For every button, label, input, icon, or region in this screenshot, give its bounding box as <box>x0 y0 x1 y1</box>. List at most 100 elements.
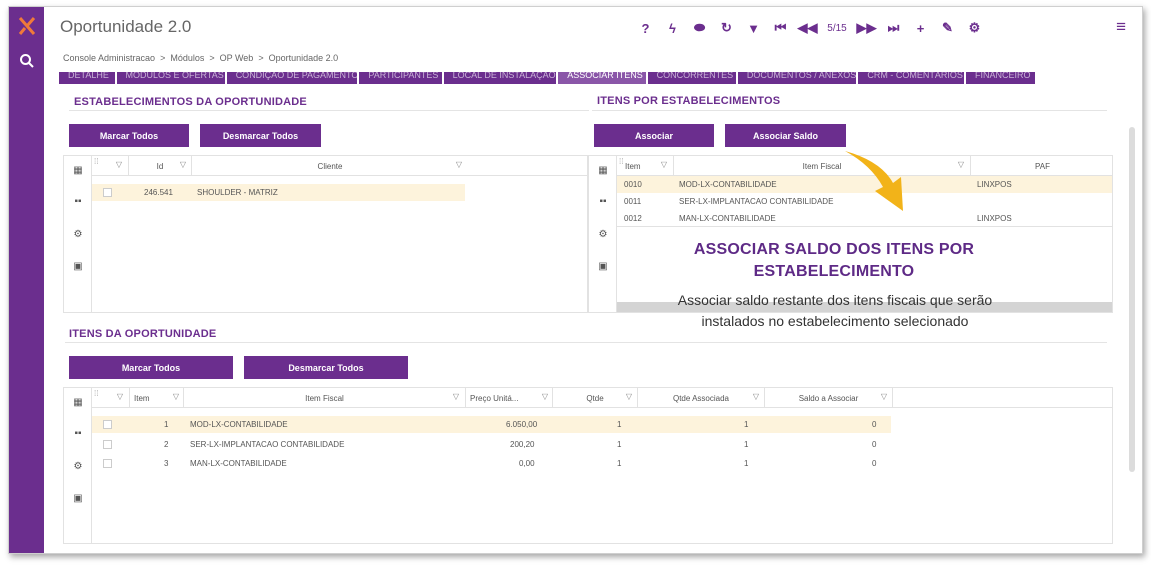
column-header-item[interactable]: Item ▽ <box>617 156 674 176</box>
eraser-icon[interactable]: ⬬ <box>686 18 713 38</box>
cell-item: 3 <box>164 459 169 468</box>
cell-fiscal-item: SER-LX-IMPLANTACAO CONTABILIDADE <box>190 440 345 449</box>
tab-condicao-pagamento[interactable]: CONDIÇÃO DE PAGAMENTO <box>226 72 358 84</box>
row-checkbox[interactable] <box>103 459 112 468</box>
mark-all-establishments-button[interactable]: Marcar Todos <box>69 124 189 147</box>
filter-icon[interactable]: ▽ <box>626 392 632 401</box>
filter-icon[interactable]: ▽ <box>881 392 887 401</box>
column-label: Preço Unitá... <box>470 393 519 403</box>
column-header-paf[interactable]: PAF <box>971 156 1114 176</box>
add-icon[interactable]: + <box>907 18 934 38</box>
grid-header: ⁞⁞ ▽ Id ▽ Cliente ▽ <box>92 156 587 176</box>
filter-icon[interactable]: ▽ <box>661 160 667 169</box>
vertical-scrollbar[interactable] <box>1129 127 1135 472</box>
export-icon[interactable]: ▣ <box>596 261 610 273</box>
settings-icon[interactable]: ⚙ <box>596 229 610 241</box>
filter-icon[interactable]: ▽ <box>116 160 122 169</box>
column-header-balance[interactable]: Saldo a Associar ▽ <box>765 388 893 408</box>
tab-financeiro[interactable]: FINANCEIRO <box>966 72 1035 84</box>
callout-description: Associar saldo restante dos itens fiscai… <box>649 290 1021 332</box>
table-row[interactable]: 2 SER-LX-IMPLANTACAO CONTABILIDADE 200,2… <box>92 436 891 453</box>
items-by-establishment-title: ITENS POR ESTABELECIMENTOS <box>597 95 781 107</box>
column-header-qty[interactable]: Qtde ▽ <box>553 388 638 408</box>
associate-button[interactable]: Associar <box>594 124 714 147</box>
help-icon[interactable]: ? <box>632 18 659 38</box>
table-row[interactable]: 1 MOD-LX-CONTABILIDADE 6.050,00 1 1 0 <box>92 416 891 433</box>
tab-crm-comentarios[interactable]: CRM - COMENTÁRIOS <box>858 72 965 84</box>
next-icon[interactable]: ▶▶ <box>853 18 880 38</box>
search-icon[interactable] <box>18 53 36 71</box>
mark-all-items-button[interactable]: Marcar Todos <box>69 356 233 379</box>
refresh-icon[interactable]: ↻ <box>713 18 740 38</box>
columns-icon[interactable]: ▦ <box>71 165 85 177</box>
column-header-fiscal-item[interactable]: Item Fiscal ▽ <box>674 156 971 176</box>
unmark-all-establishments-button[interactable]: Desmarcar Todos <box>200 124 321 147</box>
bolt-icon[interactable]: ϟ <box>659 18 686 38</box>
row-checkbox[interactable] <box>103 420 112 429</box>
first-icon[interactable]: ⏮ <box>767 18 794 38</box>
breadcrumb-separator: > <box>258 53 264 63</box>
layout-icon[interactable]: ▪▪ <box>71 196 85 208</box>
associate-balance-button[interactable]: Associar Saldo <box>725 124 846 147</box>
tab-concorrentes[interactable]: CONCORRENTES <box>647 72 736 84</box>
column-header-unit-price[interactable]: Preço Unitá... ▽ <box>466 388 553 408</box>
cell-client: SHOULDER - MATRIZ <box>197 188 278 197</box>
establishments-grid: ▦ ▪▪ ⚙ ▣ ⁞⁞ ▽ Id ▽ Cliente ▽ 246.541 SHOUL… <box>63 155 588 313</box>
filter-icon[interactable]: ▽ <box>456 160 462 169</box>
column-header-id[interactable]: Id ▽ <box>129 156 192 176</box>
cell-unit-price: 200,20 <box>510 440 535 449</box>
table-row[interactable]: 3 MAN-LX-CONTABILIDADE 0,00 1 1 0 <box>92 455 891 472</box>
filter-icon[interactable]: ▽ <box>753 392 759 401</box>
edit-icon[interactable]: ✎ <box>934 18 961 38</box>
last-icon[interactable]: ⏭ <box>880 18 907 38</box>
tab-modulos[interactable]: MÓDULOS E OFERTAS <box>116 72 225 84</box>
grid-tools: ▦ ▪▪ ⚙ ▣ <box>64 388 92 543</box>
export-icon[interactable]: ▣ <box>71 261 85 273</box>
export-icon[interactable]: ▣ <box>71 493 85 505</box>
tab-associar-itens[interactable]: ASSOCIAR ITENS <box>558 72 646 84</box>
breadcrumb-item[interactable]: Módulos <box>170 53 204 63</box>
filter-icon[interactable]: ▽ <box>117 392 123 401</box>
table-row[interactable]: 246.541 SHOULDER - MATRIZ <box>92 184 465 201</box>
tab-documentos[interactable]: DOCUMENTOS / ANEXOS <box>737 72 857 84</box>
tab-detalhe[interactable]: DETALHE <box>59 72 115 84</box>
divider <box>65 342 1107 343</box>
row-checkbox[interactable] <box>103 188 112 197</box>
cell-qty-associated: 1 <box>744 440 749 449</box>
cell-balance: 0 <box>872 440 877 449</box>
prev-icon[interactable]: ◀◀ <box>794 18 821 38</box>
row-checkbox[interactable] <box>103 440 112 449</box>
filter-icon[interactable]: ▼ <box>740 18 767 38</box>
column-header-item[interactable]: Item ▽ <box>130 388 184 408</box>
settings-icon[interactable]: ⚙ <box>71 229 85 241</box>
callout-arrow-icon <box>845 151 903 211</box>
breadcrumb-separator: > <box>160 53 166 63</box>
filter-icon[interactable]: ▽ <box>173 392 179 401</box>
tab-bar: DETALHE MÓDULOS E OFERTAS CONDIÇÃO DE PA… <box>59 72 1035 84</box>
columns-icon[interactable]: ▦ <box>596 165 610 177</box>
cell-id: 246.541 <box>144 188 173 197</box>
filter-icon[interactable]: ▽ <box>453 392 459 401</box>
breadcrumb-item[interactable]: Console Administracao <box>63 53 155 63</box>
cell-qty: 1 <box>617 420 622 429</box>
columns-icon[interactable]: ▦ <box>71 397 85 409</box>
layout-icon[interactable]: ▪▪ <box>596 196 610 208</box>
column-header-fiscal-item[interactable]: Item Fiscal ▽ <box>184 388 466 408</box>
checkbox-column-header: ▽ <box>92 156 129 176</box>
layout-icon[interactable]: ▪▪ <box>71 428 85 440</box>
filter-icon[interactable]: ▽ <box>180 160 186 169</box>
settings-icon[interactable]: ⚙ <box>71 461 85 473</box>
column-label: Id <box>156 161 164 171</box>
tab-participantes[interactable]: PARTICIPANTES <box>359 72 442 84</box>
column-header-client[interactable]: Cliente ▽ <box>192 156 468 176</box>
hamburger-menu-icon[interactable]: ≡ <box>1116 18 1126 35</box>
column-label: Item Fiscal <box>802 161 842 171</box>
unmark-all-items-button[interactable]: Desmarcar Todos <box>244 356 408 379</box>
tab-local-instalacao[interactable]: LOCAL DE INSTALAÇÃO <box>443 72 557 84</box>
filter-icon[interactable]: ▽ <box>958 160 964 169</box>
column-header-qty-associated[interactable]: Qtde Associada ▽ <box>638 388 765 408</box>
filter-icon[interactable]: ▽ <box>542 392 548 401</box>
breadcrumb-item[interactable]: OP Web <box>220 53 254 63</box>
settings-icon[interactable]: ⚙ <box>961 18 988 38</box>
callout-title-line: ESTABELECIMENTO <box>753 263 915 280</box>
